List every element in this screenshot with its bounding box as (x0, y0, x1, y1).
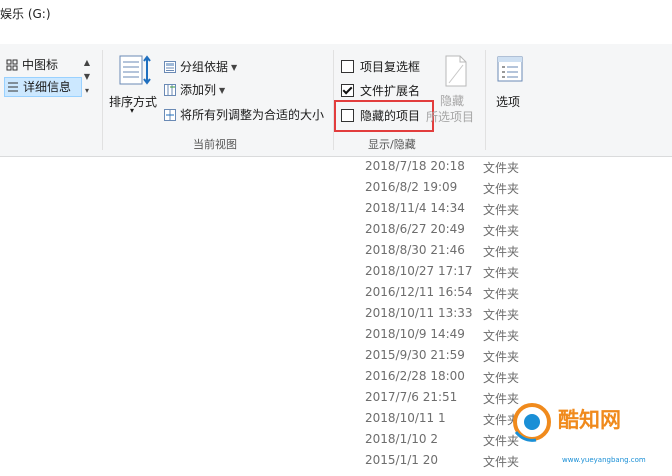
modified-date: 2018/10/27 17:17 (365, 264, 473, 278)
size-all-columns-button[interactable]: 将所有列调整为合适的大小 (164, 106, 324, 124)
title-bar: 娱乐 (G:) (0, 0, 672, 28)
size-columns-icon (164, 108, 176, 121)
modified-date: 2018/11/4 14:34 (365, 201, 465, 215)
hide-selected-label-line1: 隐藏 (440, 94, 465, 108)
medium-icons-button[interactable]: 中图标 (6, 56, 86, 74)
details-label: 详细信息 (23, 80, 72, 94)
modified-date: 2018/8/30 21:46 (365, 243, 465, 257)
modified-date: 2018/10/11 1 (365, 411, 446, 425)
file-row[interactable]: 2018/10/11 1 文件夹 (365, 411, 525, 431)
file-row[interactable]: 2016/8/2 19:09 文件夹 (365, 180, 525, 200)
details-icon (7, 80, 19, 92)
add-columns-button[interactable]: 添加列 ▼ (164, 81, 225, 99)
modified-date: 2015/1/1 20 (365, 453, 438, 467)
modified-date: 2018/10/11 13:33 (365, 306, 473, 320)
watermark-brand: 酷知网 (558, 408, 621, 432)
file-row[interactable]: 2016/12/11 16:54 文件夹 (365, 285, 525, 305)
show-hide-group-label: 显示/隐藏 (368, 138, 416, 151)
file-type: 文件夹 (483, 371, 520, 385)
watermark: 酷知网 www.yueyangbang.com (510, 398, 672, 476)
group-by-label: 分组依据 (180, 60, 229, 74)
file-row[interactable]: 2017/7/6 21:51 文件夹 (365, 390, 525, 410)
file-row[interactable]: 2018/10/27 17:17 文件夹 (365, 264, 525, 284)
size-all-columns-label: 将所有列调整为合适的大小 (180, 108, 325, 122)
modified-date: 2015/9/30 21:59 (365, 348, 465, 362)
group-by-button[interactable]: 分组依据 ▼ (164, 58, 237, 76)
add-columns-caret-icon: ▼ (219, 86, 226, 95)
hide-selected-icon (443, 55, 469, 90)
file-row[interactable]: 2015/9/30 21:59 文件夹 (365, 348, 525, 368)
file-type: 文件夹 (483, 266, 520, 280)
file-type: 文件夹 (483, 329, 520, 343)
medium-icons-icon (6, 58, 18, 71)
options-icon (496, 55, 524, 86)
file-type: 文件夹 (483, 203, 520, 217)
file-row[interactable]: 2018/10/9 14:49 文件夹 (365, 327, 525, 347)
modified-date: 2016/8/2 19:09 (365, 180, 458, 194)
file-type: 文件夹 (483, 182, 520, 196)
sort-by-button[interactable]: 排序方式 ▾ (108, 54, 158, 115)
group-by-caret-icon: ▼ (231, 63, 238, 72)
sort-by-caret-icon: ▾ (130, 106, 135, 115)
file-row[interactable]: 2015/1/1 20 文件夹 (365, 453, 525, 473)
file-row[interactable]: 2018/7/18 20:18 文件夹 (365, 159, 525, 179)
sort-by-icon (118, 54, 152, 91)
file-type: 文件夹 (483, 287, 520, 301)
modified-date: 2018/10/9 14:49 (365, 327, 465, 341)
file-row[interactable]: 2018/6/27 20:49 文件夹 (365, 222, 525, 242)
file-row[interactable]: 2018/1/10 2 文件夹 (365, 432, 525, 452)
hide-selected-label-line2: 所选项目 (426, 110, 475, 124)
file-extensions-checkbox[interactable] (341, 84, 354, 97)
file-extensions-toggle[interactable]: 文件扩展名 (341, 82, 420, 100)
file-row[interactable]: 2018/8/30 21:46 文件夹 (365, 243, 525, 263)
hide-selected-items-button[interactable]: 隐藏 所选项目 (426, 55, 486, 125)
watermark-logo-icon (512, 402, 552, 445)
separator (485, 50, 486, 150)
options-label: 选项 (496, 95, 521, 109)
item-checkboxes-checkbox[interactable] (341, 60, 354, 73)
modified-date: 2016/12/11 16:54 (365, 285, 473, 299)
current-view-group-label: 当前视图 (193, 138, 237, 151)
details-button[interactable]: 详细信息 (4, 77, 82, 97)
file-row[interactable]: 2018/10/11 13:33 文件夹 (365, 306, 525, 326)
medium-icons-label: 中图标 (22, 58, 59, 72)
file-type: 文件夹 (483, 224, 520, 238)
layout-scroll-arrows[interactable]: ▲ ▼ ▾ (82, 56, 92, 108)
hidden-items-highlight-box (334, 100, 434, 132)
modified-date: 2018/6/27 20:49 (365, 222, 465, 236)
separator (102, 50, 103, 150)
modified-date: 2018/1/10 2 (365, 432, 438, 446)
file-row[interactable]: 2016/2/28 18:00 文件夹 (365, 369, 525, 389)
group-by-icon (164, 60, 176, 73)
file-extensions-label: 文件扩展名 (360, 84, 421, 98)
file-type: 文件夹 (483, 308, 520, 322)
file-type: 文件夹 (483, 161, 520, 175)
add-columns-icon (164, 83, 176, 96)
add-columns-label: 添加列 (180, 83, 217, 97)
window-title: 娱乐 (G:) (0, 7, 51, 21)
modified-date: 2016/2/28 18:00 (365, 369, 465, 383)
item-checkboxes-toggle[interactable]: 项目复选框 (341, 58, 420, 76)
watermark-site: www.yueyangbang.com (562, 456, 646, 464)
file-type: 文件夹 (483, 245, 520, 259)
file-row[interactable]: 2018/11/4 14:34 文件夹 (365, 201, 525, 221)
file-type: 文件夹 (483, 350, 520, 364)
modified-date: 2017/7/6 21:51 (365, 390, 458, 404)
options-button[interactable]: 选项 (490, 55, 530, 115)
modified-date: 2018/7/18 20:18 (365, 159, 465, 173)
item-checkboxes-label: 项目复选框 (360, 60, 421, 74)
